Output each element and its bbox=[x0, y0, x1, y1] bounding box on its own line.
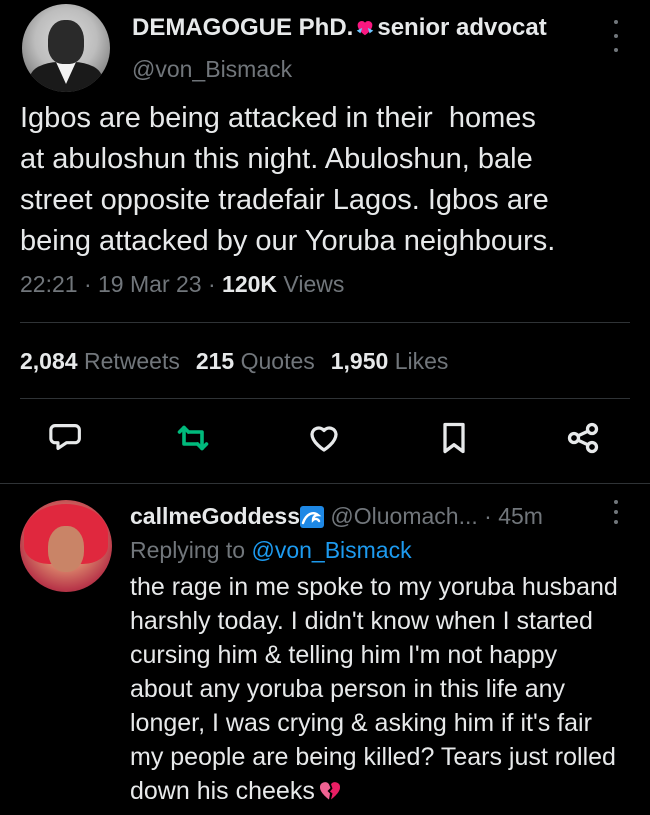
wave-icon bbox=[300, 506, 325, 528]
bookmark-icon[interactable] bbox=[436, 420, 472, 456]
avatar-face bbox=[48, 526, 84, 572]
tweet-meta: 22:21 · 19 Mar 23 · 120K Views bbox=[20, 271, 345, 297]
broken-heart-icon bbox=[319, 782, 340, 800]
views-count: 120K bbox=[222, 271, 278, 297]
tweet-stats: 2,084 Retweets 215 Quotes 1,950 Likes bbox=[20, 348, 448, 375]
tweet-time[interactable]: 22:21 bbox=[20, 271, 78, 297]
tweet-text: Igbos are being attacked in their homes … bbox=[20, 102, 556, 257]
reply-divider bbox=[0, 483, 650, 484]
more-options-icon[interactable] bbox=[612, 20, 620, 52]
reply-text: the rage in me spoke to my yoruba husban… bbox=[130, 573, 618, 805]
reply-time[interactable]: 45m bbox=[498, 503, 543, 529]
reply-more-options-icon[interactable] bbox=[612, 500, 620, 524]
heart-ribbon-icon bbox=[357, 21, 374, 36]
replying-to-mention[interactable]: @von_Bismack bbox=[251, 537, 411, 563]
divider bbox=[20, 398, 630, 399]
like-icon[interactable] bbox=[306, 420, 342, 456]
avatar-face bbox=[48, 20, 84, 64]
retweet-icon[interactable] bbox=[175, 420, 211, 456]
reply-author-avatar[interactable] bbox=[20, 500, 112, 592]
tweet-date[interactable]: 19 Mar 23 bbox=[98, 271, 202, 297]
likes-stat[interactable]: 1,950 Likes bbox=[331, 348, 449, 374]
reply-handle[interactable]: @Oluomach... bbox=[330, 503, 477, 529]
display-name-prefix: DEMAGOGUE PhD. bbox=[132, 14, 354, 41]
reply-text-block: the rage in me spoke to my yoruba husban… bbox=[130, 570, 635, 808]
views-label: Views bbox=[283, 271, 345, 297]
quotes-stat[interactable]: 215 Quotes bbox=[196, 348, 315, 374]
share-icon[interactable] bbox=[565, 420, 601, 456]
reply-author-name[interactable]: callmeGoddess bbox=[130, 503, 300, 529]
author-handle[interactable]: @von_Bismack bbox=[132, 56, 292, 83]
reply-icon[interactable] bbox=[48, 420, 84, 456]
author-display-name[interactable]: DEMAGOGUE PhD. senior advocat bbox=[132, 14, 547, 42]
display-name-suffix: senior advocat bbox=[377, 14, 547, 41]
author-avatar[interactable] bbox=[22, 4, 110, 92]
retweets-stat[interactable]: 2,084 Retweets bbox=[20, 348, 180, 374]
divider bbox=[20, 322, 630, 323]
reply-header: callmeGoddess @Oluomach... · 45m bbox=[130, 503, 543, 529]
replying-to: Replying to @von_Bismack bbox=[130, 537, 412, 563]
